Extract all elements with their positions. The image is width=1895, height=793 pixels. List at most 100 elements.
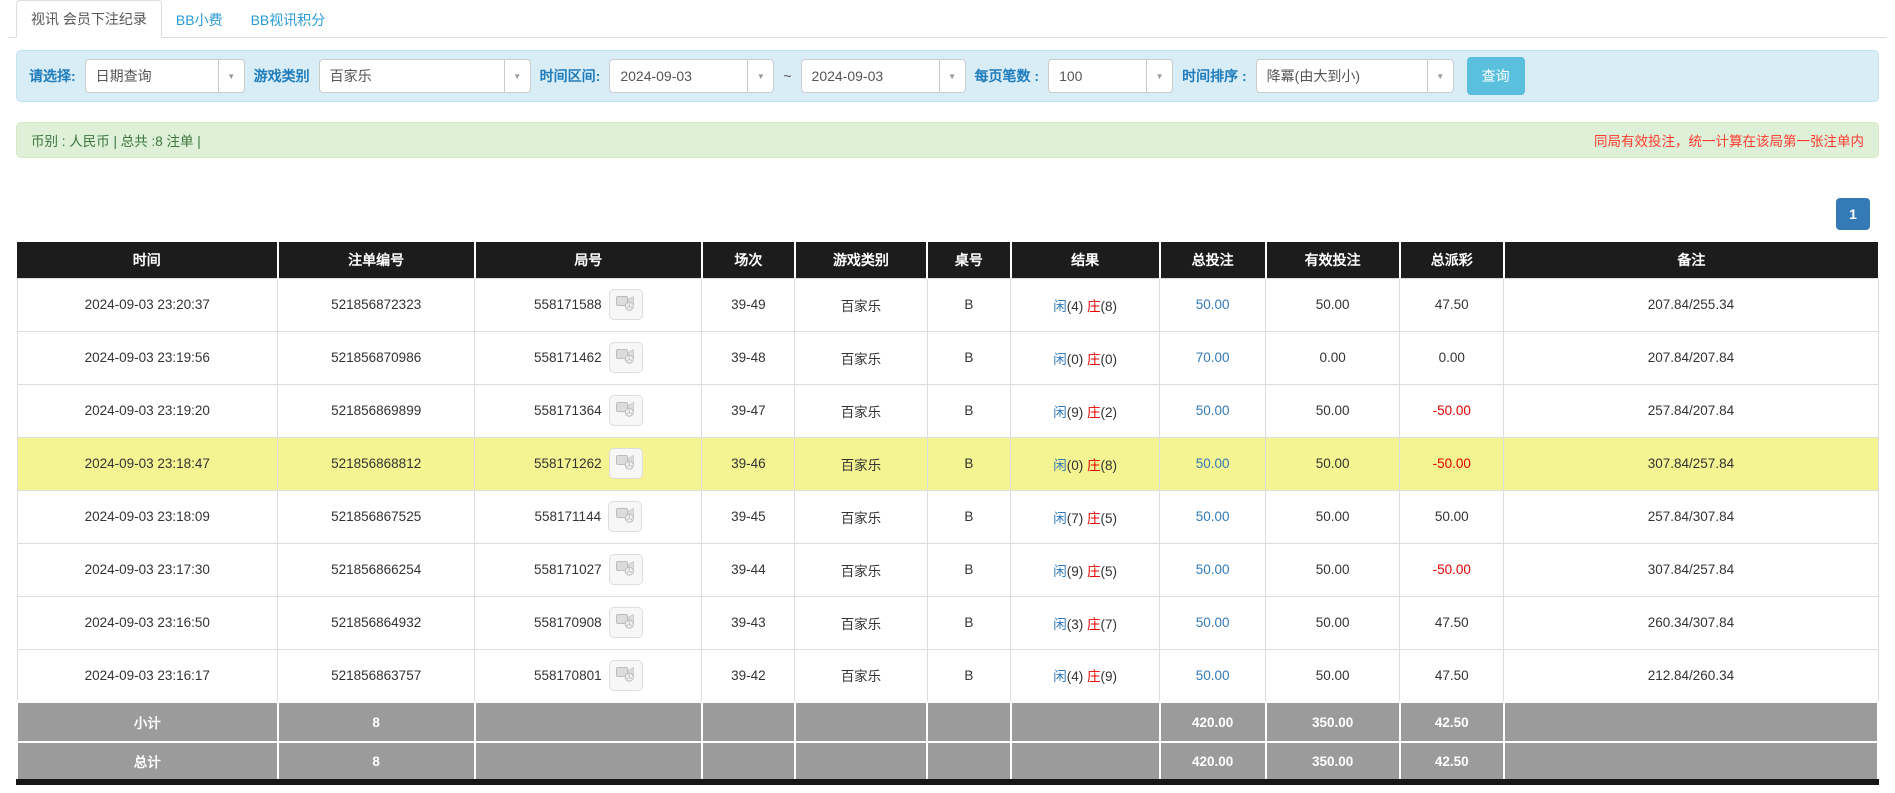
- cell-session-value: 39-48: [731, 350, 766, 365]
- date-to-value: 2024-09-03: [802, 68, 894, 84]
- cell-game-type-value: 百家乐: [841, 564, 882, 579]
- video-replay-button[interactable]: [609, 607, 643, 638]
- footer-total-bet: 420.00: [1160, 702, 1266, 742]
- bet-records-table-wrap: 时间 注单编号 局号 场次 游戏类别 桌号 结果 总投注 有效投注 总派彩 备注…: [16, 242, 1879, 785]
- query-type-select[interactable]: 日期查询 ▼: [85, 59, 245, 93]
- video-replay-button[interactable]: [609, 342, 643, 373]
- video-replay-button[interactable]: [608, 501, 642, 532]
- cell-table-no: B: [927, 278, 1011, 331]
- video-replay-button[interactable]: [609, 395, 643, 426]
- footer-empty: [1504, 702, 1878, 742]
- tab-bb-video-points[interactable]: BB视讯积分: [237, 2, 340, 38]
- cell-time: 2024-09-03 23:20:37: [17, 278, 278, 331]
- cell-result: 闲(0) 庄(8): [1011, 437, 1160, 490]
- date-from-select[interactable]: 2024-09-03 ▼: [609, 59, 774, 93]
- pagination: 1: [16, 198, 1870, 230]
- round-id-group: 558171262: [476, 448, 700, 479]
- video-camera-icon: [616, 401, 635, 420]
- cell-time: 2024-09-03 23:18:09: [17, 490, 278, 543]
- game-type-select[interactable]: 百家乐 ▼: [319, 59, 531, 93]
- cell-table-no: B: [927, 331, 1011, 384]
- video-replay-button[interactable]: [609, 660, 643, 691]
- round-id-value: 558171588: [534, 297, 602, 312]
- cell-valid-bet-value: 50.00: [1316, 509, 1350, 524]
- video-replay-button[interactable]: [609, 554, 643, 585]
- page-size-label: 每页笔数 :: [975, 66, 1040, 86]
- video-camera-icon: [616, 666, 635, 685]
- footer-empty: [475, 702, 702, 742]
- subtotal-row: 小计8420.00350.0042.50: [17, 702, 1878, 742]
- currency-summary-text: 币别 : 人民币 | 总共 :8 注单 |: [31, 130, 201, 150]
- cell-payout: 47.50: [1400, 278, 1504, 331]
- col-bet-id: 注单编号: [278, 242, 475, 278]
- cell-total-bet-value[interactable]: 70.00: [1196, 350, 1230, 365]
- cell-session-value: 39-47: [731, 403, 766, 418]
- cell-remark: 257.84/207.84: [1504, 384, 1878, 437]
- cell-game-type: 百家乐: [795, 490, 927, 543]
- time-sort-value: 降冪(由大到小): [1257, 66, 1370, 86]
- cell-valid-bet: 50.00: [1266, 278, 1400, 331]
- table-row: 2024-09-03 23:18:09521856867525558171144…: [17, 490, 1878, 543]
- round-id-group: 558171462: [476, 342, 700, 373]
- chevron-down-icon: ▼: [747, 60, 773, 92]
- cell-valid-bet: 50.00: [1266, 490, 1400, 543]
- cell-total-bet-value[interactable]: 50.00: [1196, 668, 1230, 683]
- video-camera-icon: [616, 454, 635, 473]
- cell-remark: 207.84/207.84: [1504, 331, 1878, 384]
- col-game-type: 游戏类别: [795, 242, 927, 278]
- footer-empty: [475, 742, 702, 782]
- footer-valid-bet: 350.00: [1266, 742, 1400, 782]
- cell-total-bet-value[interactable]: 50.00: [1196, 615, 1230, 630]
- result-player: 闲: [1053, 352, 1067, 367]
- cell-round-id: 558170908: [475, 596, 702, 649]
- result-banker: 庄: [1087, 458, 1101, 473]
- cell-total-bet-value[interactable]: 50.00: [1196, 562, 1230, 577]
- cell-session: 39-49: [702, 278, 795, 331]
- video-camera-icon: [616, 507, 635, 526]
- footer-empty: [795, 702, 927, 742]
- footer-empty: [1504, 742, 1878, 782]
- result-player: 闲: [1053, 299, 1067, 314]
- cell-payout: 47.50: [1400, 649, 1504, 702]
- video-replay-button[interactable]: [609, 448, 643, 479]
- round-id-value: 558170801: [534, 668, 602, 683]
- cell-result: 闲(3) 庄(7): [1011, 596, 1160, 649]
- video-replay-button[interactable]: [609, 289, 643, 320]
- round-id-value: 558171364: [534, 403, 602, 418]
- cell-session-value: 39-46: [731, 456, 766, 471]
- time-sort-select[interactable]: 降冪(由大到小) ▼: [1256, 59, 1454, 93]
- search-button[interactable]: 查询: [1467, 57, 1525, 95]
- cell-remark-value: 260.34/307.84: [1648, 615, 1734, 630]
- footer-label: 总计: [17, 742, 278, 782]
- filter-bar: 请选择: 日期查询 ▼ 游戏类别 百家乐 ▼ 时间区间: 2024-09-03 …: [16, 50, 1879, 102]
- query-type-label: 请选择:: [29, 66, 76, 86]
- cell-game-type: 百家乐: [795, 384, 927, 437]
- cell-total-bet-value[interactable]: 50.00: [1196, 509, 1230, 524]
- tab-bar: 视讯 会员下注纪录 BB小费 BB视讯积分: [8, 0, 1887, 38]
- page-button-1[interactable]: 1: [1836, 198, 1870, 230]
- cell-bet-id-value: 521856867525: [331, 509, 421, 524]
- cell-payout: 50.00: [1400, 490, 1504, 543]
- result-player: 闲: [1053, 617, 1067, 632]
- result-player: 闲: [1053, 511, 1067, 526]
- cell-table-no: B: [927, 543, 1011, 596]
- table-row: 2024-09-03 23:16:17521856863757558170801…: [17, 649, 1878, 702]
- cell-payout: 0.00: [1400, 331, 1504, 384]
- cell-round-id: 558170801: [475, 649, 702, 702]
- cell-total-bet-value[interactable]: 50.00: [1196, 297, 1230, 312]
- page-size-select[interactable]: 100 ▼: [1048, 59, 1173, 93]
- footer-empty: [1011, 742, 1160, 782]
- date-to-select[interactable]: 2024-09-03 ▼: [801, 59, 966, 93]
- table-footer: 小计8420.00350.0042.50总计8420.00350.0042.50: [17, 702, 1878, 782]
- col-round-id: 局号: [475, 242, 702, 278]
- cell-total-bet-value[interactable]: 50.00: [1196, 456, 1230, 471]
- round-id-group: 558171364: [476, 395, 700, 426]
- tab-bb-tips[interactable]: BB小费: [162, 2, 237, 38]
- cell-time-value: 2024-09-03 23:18:09: [85, 509, 210, 524]
- cell-total-bet-value[interactable]: 50.00: [1196, 403, 1230, 418]
- result-banker_pts: (8): [1101, 299, 1118, 314]
- result-player_pts: (3): [1067, 617, 1084, 632]
- result-player_pts: (7): [1067, 511, 1084, 526]
- cell-time: 2024-09-03 23:19:56: [17, 331, 278, 384]
- tab-video-bet-records[interactable]: 视讯 会员下注纪录: [16, 0, 162, 38]
